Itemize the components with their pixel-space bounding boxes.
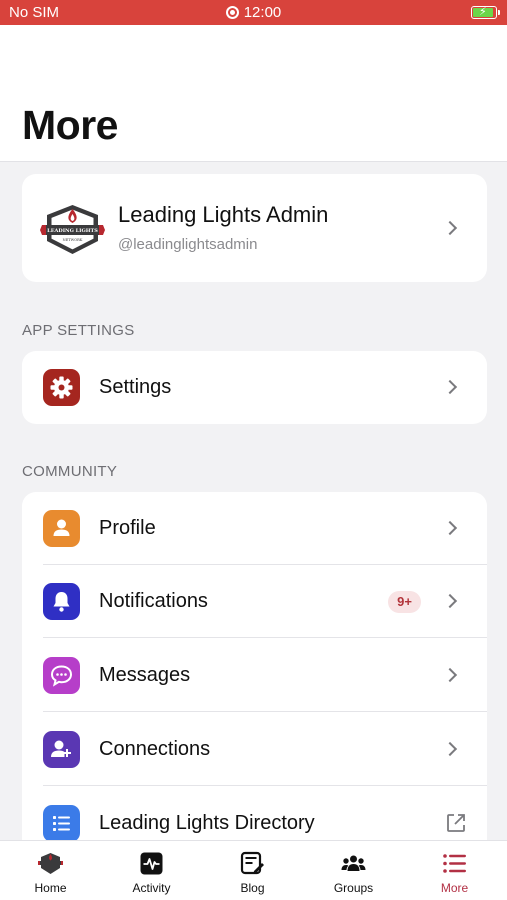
tab-label: More (440, 881, 469, 895)
menu-item-profile[interactable]: Profile (22, 492, 487, 565)
account-handle: @leadinglightsadmin (118, 236, 258, 253)
menu-item-notifications[interactable]: Notifications 9+ (22, 565, 487, 638)
add-person-icon (43, 731, 80, 768)
leading-lights-logo: LEADING LIGHTS NETWORK (40, 205, 105, 254)
account-name: Leading Lights Admin (118, 202, 329, 227)
chevron-right-icon (442, 593, 458, 609)
menu-item-label: Messages (99, 664, 191, 686)
chevron-right-icon (442, 741, 458, 757)
svg-text:NETWORK: NETWORK (63, 238, 83, 242)
page-title: More (22, 102, 118, 148)
menu-item-label: Leading Lights Directory (99, 812, 315, 834)
menu-item-messages[interactable]: Messages (22, 639, 487, 712)
home-logo-icon (38, 853, 63, 874)
chevron-right-icon (442, 667, 458, 683)
chevron-right-icon (442, 220, 458, 236)
tab-bar: Home Activity Blog Groups More (0, 840, 507, 900)
bell-icon (43, 583, 80, 620)
logo-text: LEADING LIGHTS (47, 228, 98, 234)
section-label-app-settings: APP SETTINGS (22, 322, 135, 339)
groups-icon (341, 855, 366, 871)
section-label-community: COMMUNITY (22, 463, 118, 480)
tab-label: Blog (240, 881, 265, 895)
activity-icon (140, 852, 163, 875)
app-settings-card: Settings (22, 351, 487, 424)
account-card[interactable]: LEADING LIGHTS NETWORK Leading Lights Ad… (22, 174, 487, 282)
status-bar: No SIM 12:00 ⚡ (0, 0, 507, 25)
menu-item-label: Connections (99, 738, 211, 760)
menu-item-settings[interactable]: Settings (22, 351, 487, 424)
person-icon (43, 510, 80, 547)
chevron-right-icon (442, 520, 458, 536)
chat-bubble-icon (43, 657, 80, 694)
tab-blog[interactable]: Blog (202, 841, 303, 900)
notification-count-badge: 9+ (388, 591, 421, 613)
chevron-right-icon (442, 379, 458, 395)
battery-icon: ⚡ (471, 6, 500, 19)
tab-more[interactable]: More (404, 841, 505, 900)
menu-icon (443, 854, 466, 873)
tab-groups[interactable]: Groups (303, 841, 404, 900)
tab-label: Activity (132, 881, 171, 895)
recording-icon (225, 6, 239, 19)
tab-activity[interactable]: Activity (101, 841, 202, 900)
tab-home[interactable]: Home (0, 841, 101, 900)
gear-icon (43, 369, 80, 406)
tab-label: Groups (333, 881, 374, 895)
external-link-icon (447, 814, 465, 832)
page-header: More (0, 25, 507, 162)
menu-item-label: Settings (99, 376, 172, 398)
blog-icon (240, 851, 264, 875)
list-icon (43, 805, 80, 842)
clock-time: 12:00 (243, 4, 282, 21)
menu-item-label: Notifications (99, 590, 208, 612)
menu-item-connections[interactable]: Connections (22, 713, 487, 786)
tab-label: Home (34, 881, 67, 895)
clock: 12:00 (0, 4, 507, 21)
community-card: Profile Notifications 9+ Messages Connec… (22, 492, 487, 852)
menu-item-label: Profile (99, 517, 156, 539)
